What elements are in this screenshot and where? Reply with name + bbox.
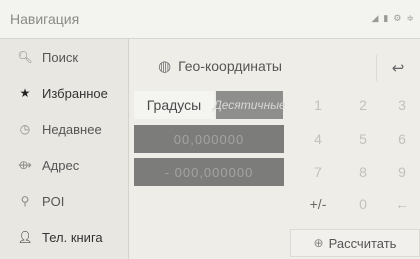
- calculate-button[interactable]: ⊕ Рассчитать: [290, 229, 420, 257]
- key-7[interactable]: 7: [300, 158, 336, 186]
- sidebar-item-label: Адрес: [42, 157, 80, 173]
- navigation-screen: Навигация ◢ ▮ ⚙ ≑ 🔍︎ Поиск ★ Избранное ◷…: [0, 0, 420, 259]
- format-degrees-button[interactable]: Градусы: [134, 91, 214, 119]
- latitude-field[interactable]: 00,000000: [134, 125, 284, 153]
- page-title: ◍ Гео-координаты: [158, 57, 282, 75]
- sidebar-item-favorites[interactable]: ★ Избранное: [0, 75, 128, 111]
- address-icon: ⟴: [18, 158, 32, 172]
- sidebar-item-label: Тел. книга: [42, 229, 103, 245]
- sidebar-item-recent[interactable]: ◷ Недавнее: [0, 111, 128, 147]
- route-icon: ⊕: [313, 236, 324, 250]
- key-0[interactable]: 0: [345, 190, 381, 218]
- format-decimal-button[interactable]: Десятичные: [213, 91, 286, 119]
- bluetooth-icon: ▮: [383, 13, 389, 23]
- sidebar: 🔍︎ Поиск ★ Избранное ◷ Недавнее ⟴ Адрес …: [0, 39, 129, 259]
- key-plus-minus[interactable]: +/-: [300, 190, 336, 218]
- search-icon: 🔍︎: [17, 50, 33, 64]
- globe-icon: ◍: [158, 58, 172, 75]
- star-icon: ★: [19, 86, 31, 100]
- back-icon: ↩: [391, 60, 405, 77]
- calculate-label: Рассчитать: [328, 235, 397, 251]
- key-4[interactable]: 4: [300, 125, 336, 153]
- sidebar-item-label: POI: [42, 193, 65, 209]
- recent-icon: ◷: [19, 122, 31, 136]
- key-3[interactable]: 3: [384, 91, 420, 119]
- page-title-label: Гео-координаты: [178, 58, 282, 74]
- sidebar-item-poi[interactable]: ⚲ POI: [0, 183, 128, 219]
- sidebar-item-label: Недавнее: [42, 121, 102, 137]
- title-bar: Навигация ◢ ▮ ⚙ ≑: [0, 0, 420, 39]
- sidebar-item-search[interactable]: 🔍︎ Поиск: [0, 39, 128, 75]
- settings-icon: ⚙: [393, 13, 402, 23]
- key-5[interactable]: 5: [345, 125, 381, 153]
- sidebar-item-label: Поиск: [42, 49, 79, 65]
- poi-icon: ⚲: [20, 194, 30, 208]
- sidebar-item-address[interactable]: ⟴ Адрес: [0, 147, 128, 183]
- signal-icon: ◢: [371, 13, 379, 23]
- status-icons: ◢ ▮ ⚙ ≑: [372, 13, 415, 23]
- key-1[interactable]: 1: [300, 91, 336, 119]
- back-button[interactable]: ↩: [376, 55, 419, 81]
- key-6[interactable]: 6: [384, 125, 420, 153]
- key-backspace[interactable]: ←: [384, 190, 420, 218]
- wifi-icon: ≑: [406, 13, 414, 23]
- contacts-icon: 👤︎: [17, 230, 33, 244]
- sidebar-item-phonebook[interactable]: 👤︎ Тел. книга: [0, 219, 128, 255]
- key-8[interactable]: 8: [345, 158, 381, 186]
- window-title: Навигация: [10, 11, 80, 27]
- key-9[interactable]: 9: [384, 158, 420, 186]
- longitude-field[interactable]: - 000,000000: [134, 158, 284, 186]
- sidebar-item-label: Избранное: [42, 85, 108, 101]
- key-2[interactable]: 2: [345, 91, 381, 119]
